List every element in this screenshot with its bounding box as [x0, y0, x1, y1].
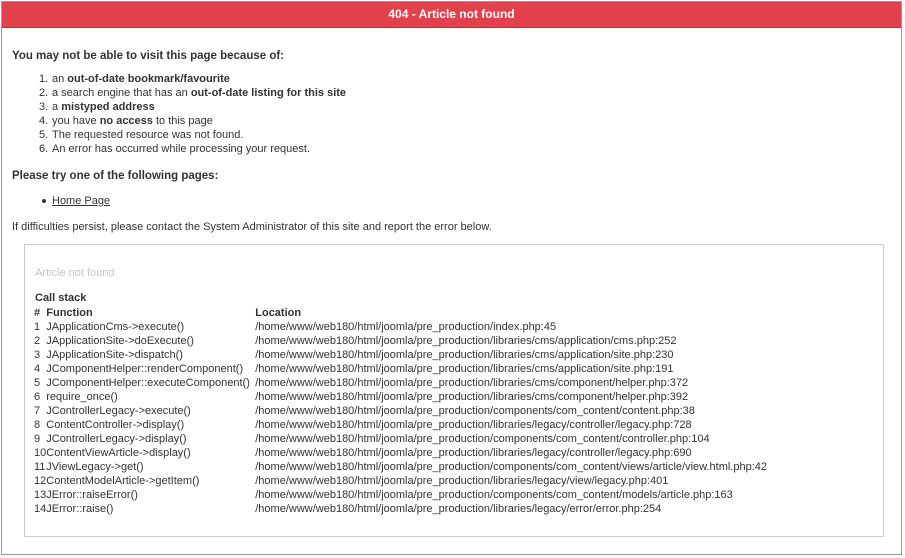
stack-row-function: JError::raise() [46, 503, 114, 515]
stack-row-number: 5 [34, 377, 41, 389]
stack-row-location: /home/www/web180/html/joomla/pre_product… [255, 433, 710, 445]
stack-row-number: 9 [34, 433, 41, 445]
error-message: Article not found [35, 267, 115, 279]
page-content: You may not be able to visit this page b… [2, 50, 901, 234]
list-item: Home Page [42, 194, 891, 208]
table-row: 13 JError::raiseError() /home/www/web180/h… [34, 488, 767, 502]
stack-row-function: ContentViewArticle->display() [46, 447, 191, 459]
table-row: 1 JApplicationCms->execute() /home/www/web… [34, 320, 767, 334]
reasons-title: You may not be able to visit this page b… [12, 50, 285, 62]
error-details-box: Article not found Call stack # Function … [24, 244, 884, 537]
home-page-link[interactable]: Home Page [52, 195, 110, 207]
reason-item: a search engine that has an out-of-date … [39, 86, 347, 100]
stack-row-number: 11 [34, 461, 46, 473]
stack-row-location: /home/www/web180/html/joomla/pre_product… [255, 461, 768, 473]
stack-row-number: 12 [34, 475, 47, 487]
try-pages-title: Please try one of the following pages: [12, 170, 219, 182]
reason-item: The requested resource was not found. [39, 128, 244, 142]
table-row: 12 ContentModelArticle->getItem() /home/ww… [34, 474, 767, 488]
reasons-list: an out-of-date bookmark/favourite a sear… [12, 72, 891, 156]
stack-row-number: 3 [34, 349, 41, 361]
table-row: 4 JComponentHelper::renderComponent() /hom… [34, 362, 767, 376]
column-header-num: # [34, 307, 41, 319]
stack-row-number: 4 [34, 363, 41, 375]
stack-row-function: JComponentHelper::executeComponent() [46, 377, 250, 389]
stack-row-location: /home/www/web180/html/joomla/pre_product… [255, 377, 689, 389]
stack-row-location: /home/www/web180/html/joomla/pre_product… [255, 321, 557, 333]
table-row: 3 JApplicationSite->dispatch() /home/www/w… [34, 348, 767, 362]
table-row: 6 require_once() /home/www/web180/html/joo… [34, 390, 767, 404]
stack-row-location: /home/www/web180/html/joomla/pre_product… [255, 363, 674, 375]
stack-row-location: /home/www/web180/html/joomla/pre_product… [255, 335, 677, 347]
page-title: 404 - Article not found [388, 7, 515, 21]
stack-row-function: JControllerLegacy->execute() [46, 405, 191, 417]
reason-item: An error has occurred while processing y… [39, 142, 311, 156]
stack-row-function: ContentController->display() [46, 419, 185, 431]
page-header: 404 - Article not found [2, 2, 901, 28]
stack-row-number: 1 [34, 321, 41, 333]
stack-row-function: JControllerLegacy->display() [46, 433, 187, 445]
table-header-row: # Function Location [34, 306, 767, 320]
callstack-body: 1 JApplicationCms->execute() /home/www/web… [34, 320, 767, 516]
table-row: 2 JApplicationSite->doExecute() /home/www/… [34, 334, 767, 348]
stack-row-location: /home/www/web180/html/joomla/pre_product… [255, 405, 695, 417]
stack-row-location: /home/www/web180/html/joomla/pre_product… [255, 489, 733, 501]
stack-row-location: /home/www/web180/html/joomla/pre_product… [255, 419, 692, 431]
suggested-pages-list: Home Page [12, 194, 891, 208]
stack-row-function: JApplicationSite->doExecute() [46, 335, 194, 347]
stack-row-function: JApplicationSite->dispatch() [46, 349, 183, 361]
reason-item: a mistyped address [39, 100, 155, 114]
stack-row-location: /home/www/web180/html/joomla/pre_product… [255, 503, 662, 515]
stack-row-function: require_once() [46, 391, 118, 403]
callstack-title: Call stack [35, 292, 87, 304]
reason-item: you have no access to this page [39, 114, 213, 128]
table-row: 5 JComponentHelper::executeComponent() /ho… [34, 376, 767, 390]
table-row: 8 ContentController->display() /home/www/w… [34, 418, 767, 432]
stack-row-location: /home/www/web180/html/joomla/pre_product… [255, 391, 689, 403]
table-row: 7 JControllerLegacy->execute() /home/www/w… [34, 404, 767, 418]
reason-item: an out-of-date bookmark/favourite [39, 72, 230, 86]
stack-row-function: JComponentHelper::renderComponent() [46, 363, 244, 375]
stack-row-number: 14 [34, 503, 47, 515]
table-row: 14 JError::raise() /home/www/web180/html/j… [34, 502, 767, 516]
stack-row-function: ContentModelArticle->getItem() [46, 475, 200, 487]
stack-row-number: 2 [34, 335, 41, 347]
stack-row-number: 8 [34, 419, 41, 431]
column-header-function: Function [46, 307, 93, 319]
stack-row-number: 13 [34, 489, 47, 501]
table-row: 11 JViewLegacy->get() /home/www/web180/htm… [34, 460, 767, 474]
column-header-location: Location [255, 307, 302, 319]
error-page: 404 - Article not found You may not be a… [1, 1, 902, 555]
callstack-table: # Function Location 1 JApplicationCms->ex… [34, 306, 767, 516]
persist-message: If difficulties persist, please contact … [12, 221, 492, 233]
stack-row-location: /home/www/web180/html/joomla/pre_product… [255, 447, 692, 459]
stack-row-location: /home/www/web180/html/joomla/pre_product… [255, 349, 674, 361]
stack-row-function: JError::raiseError() [46, 489, 138, 501]
table-row: 9 JControllerLegacy->display() /home/www/w… [34, 432, 767, 446]
stack-row-number: 10 [34, 447, 47, 459]
stack-row-location: /home/www/web180/html/joomla/pre_product… [255, 475, 669, 487]
table-row: 10 ContentViewArticle->display() /home/www… [34, 446, 767, 460]
stack-row-function: JViewLegacy->get() [46, 461, 144, 473]
stack-row-function: JApplicationCms->execute() [46, 321, 185, 333]
stack-row-number: 7 [34, 405, 41, 417]
stack-row-number: 6 [34, 391, 41, 403]
